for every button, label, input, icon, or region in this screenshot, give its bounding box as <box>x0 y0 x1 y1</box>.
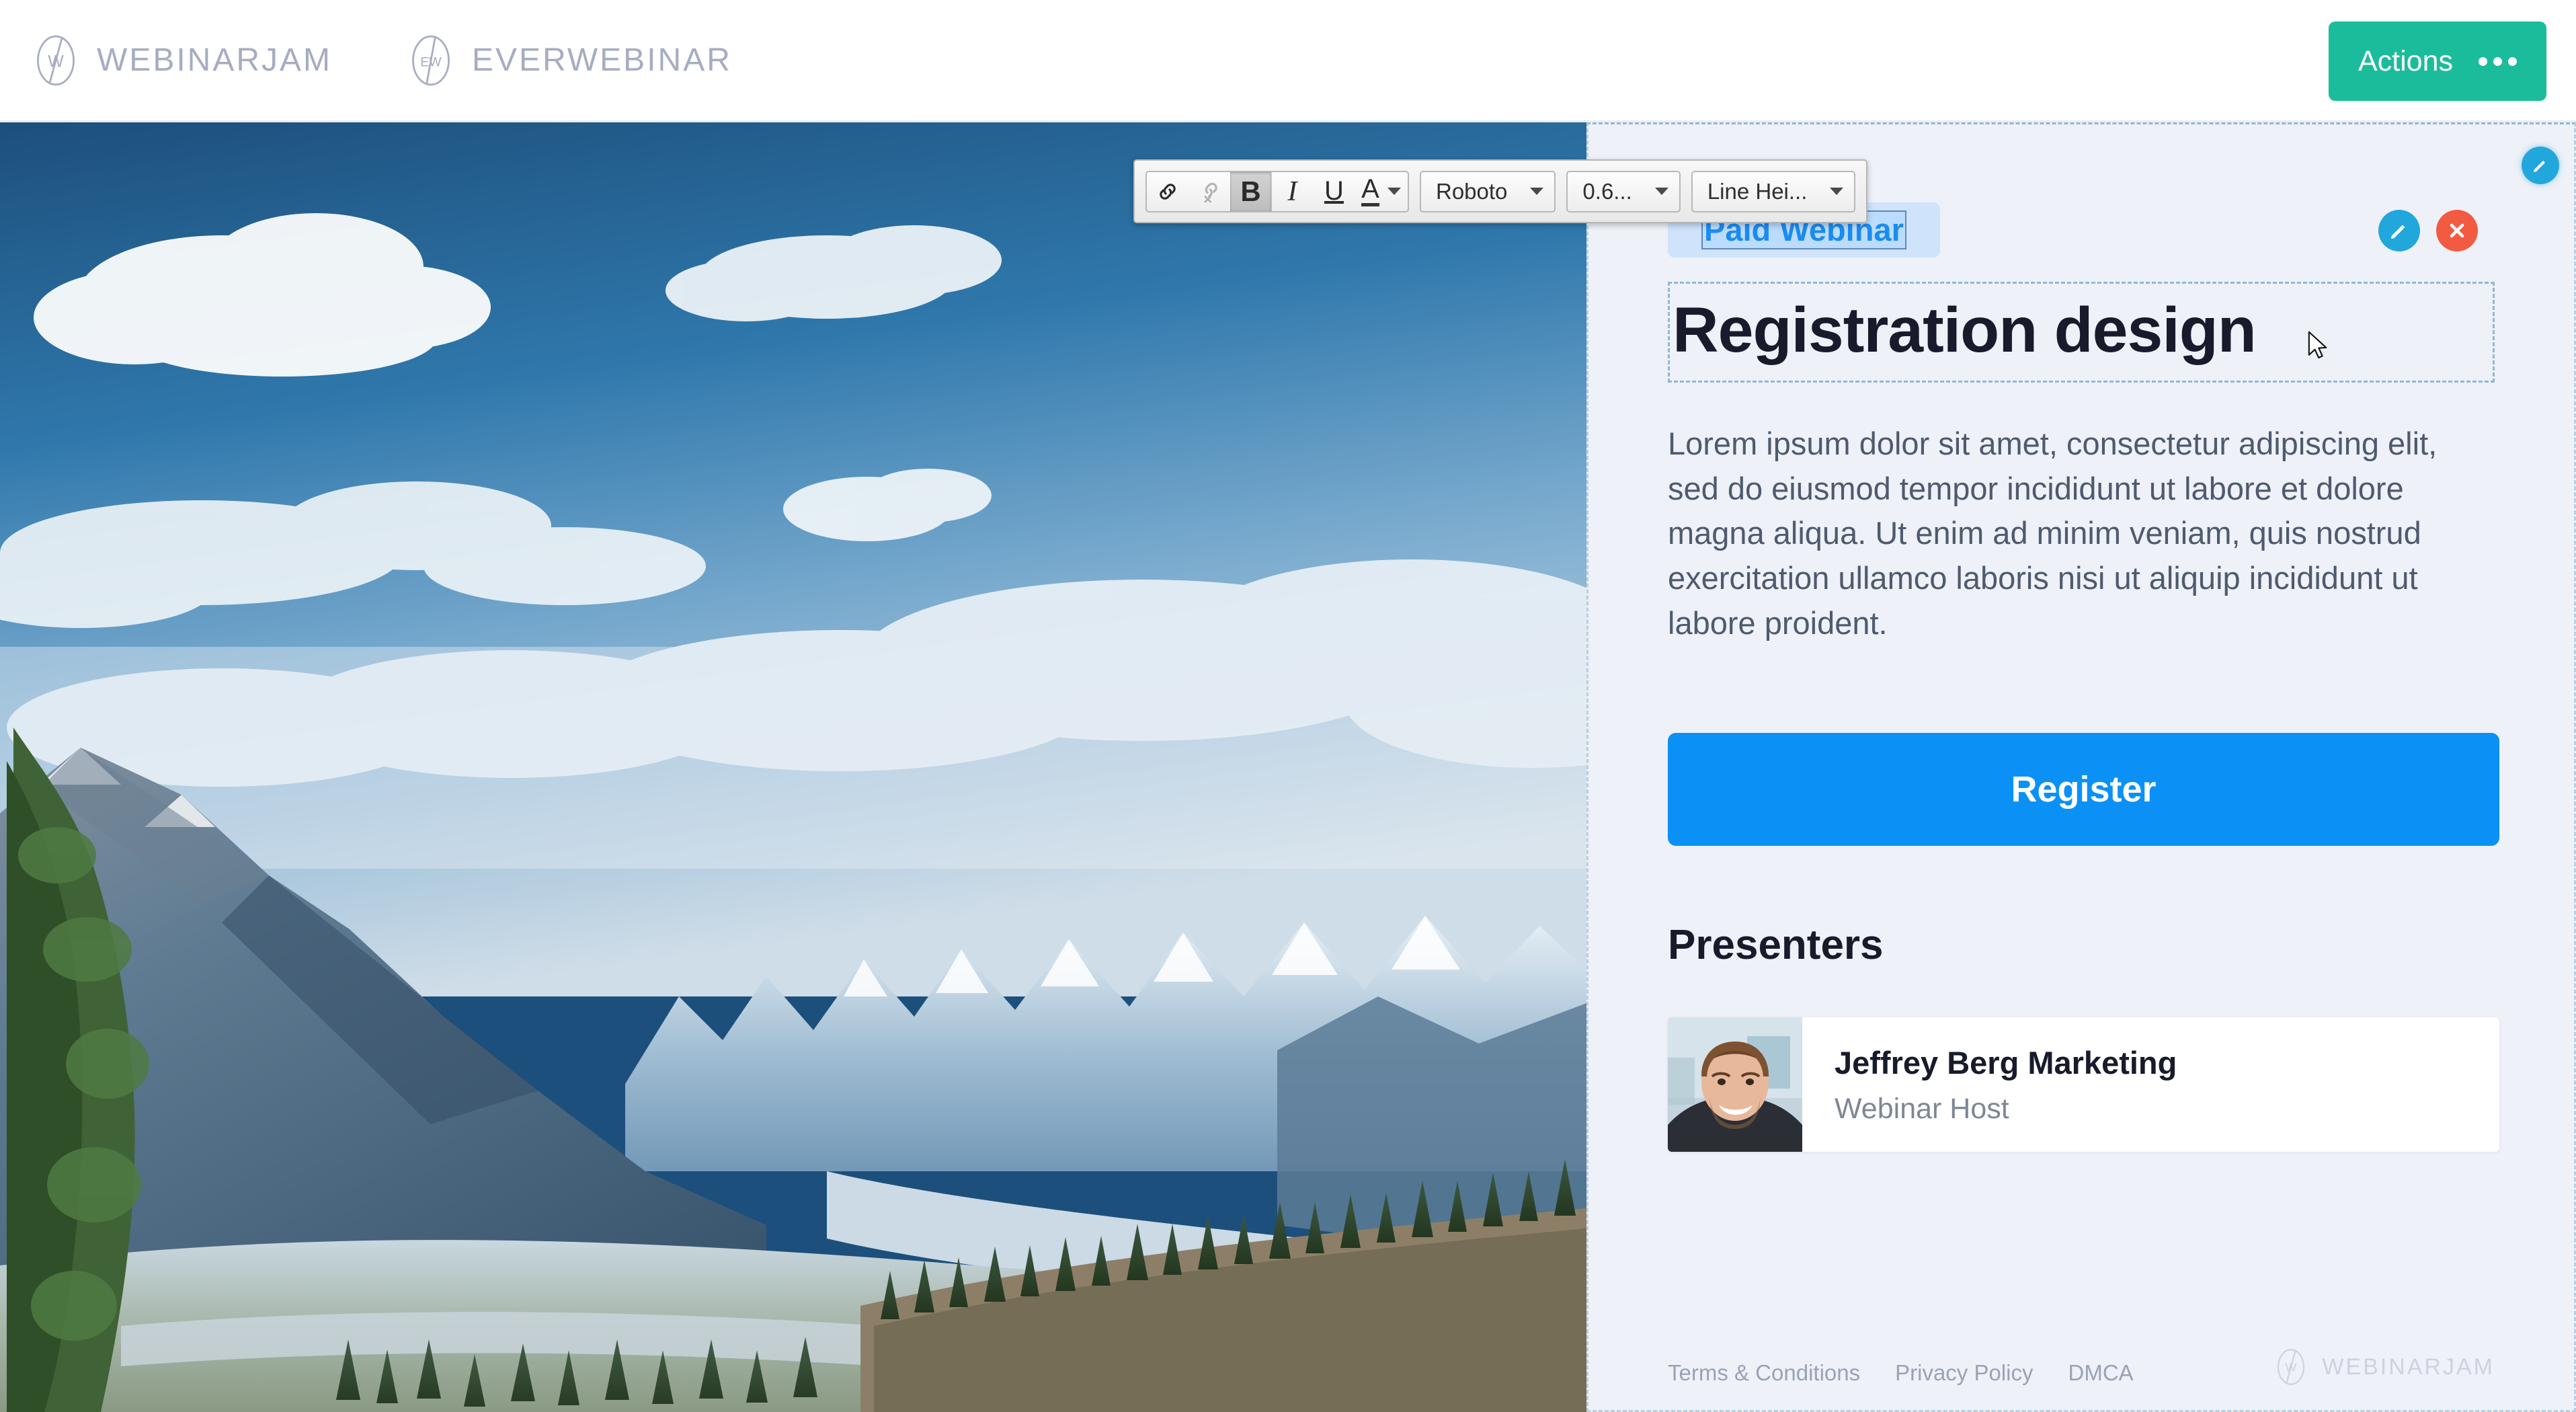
ellipsis-icon <box>2479 56 2517 66</box>
presenter-name: Jeffrey Berg Marketing <box>1835 1044 2177 1081</box>
heading-tool-buttons <box>2378 210 2478 252</box>
webinarjam-logo-icon: W <box>2278 1349 2305 1385</box>
pencil-glyph-icon <box>2390 225 2405 239</box>
app-header: W WEBINARJAM EW EVERWEBINAR Actions <box>0 0 2576 122</box>
link-glyph-icon <box>1159 183 1176 200</box>
line-height-select[interactable]: Line Hei... <box>1691 170 1856 212</box>
page-title[interactable]: Registration design <box>1673 297 2490 364</box>
edit-heading-icon[interactable] <box>2378 210 2420 252</box>
italic-button[interactable]: I <box>1272 172 1314 211</box>
bold-button[interactable]: B <box>1230 171 1272 211</box>
edit-section-fab[interactable] <box>2522 147 2559 184</box>
svg-text:W: W <box>48 52 64 71</box>
panel-footer: Terms & Conditions Privacy Policy DMCA W… <box>1588 1348 2574 1410</box>
hero-image[interactable] <box>0 122 1586 1412</box>
insert-link-icon[interactable] <box>1147 172 1189 211</box>
chevron-down-icon <box>1654 188 1668 195</box>
line-height-value: Line Hei... <box>1707 178 1808 204</box>
mountain-valley-landscape-photo <box>0 122 1586 1412</box>
chevron-down-icon <box>1830 188 1844 195</box>
presenter-headshot-image <box>1668 1017 1802 1152</box>
chevron-down-icon <box>1387 188 1401 195</box>
font-size-select[interactable]: 0.6... <box>1566 170 1681 212</box>
presenter-card[interactable]: Jeffrey Berg Marketing Webinar Host <box>1668 1017 2499 1152</box>
actions-button[interactable]: Actions <box>2328 22 2546 101</box>
chevron-down-icon <box>1530 188 1544 195</box>
description-text[interactable]: Lorem ipsum dolor sit amet, consectetur … <box>1668 422 2495 646</box>
brand-everwebinar[interactable]: EW EVERWEBINAR <box>405 34 732 87</box>
presenter-meta: Jeffrey Berg Marketing Webinar Host <box>1802 1017 2177 1152</box>
heading-edit-box[interactable]: Registration design <box>1668 210 2495 383</box>
broken-link-glyph-icon <box>1204 182 1217 202</box>
svg-text:W: W <box>2286 1361 2297 1374</box>
actions-button-label: Actions <box>2358 44 2453 77</box>
presenter-avatar <box>1668 1017 1802 1152</box>
footer-brand: W WEBINARJAM <box>2272 1348 2495 1386</box>
brand-webinarjam-label: WEBINARJAM <box>97 42 333 78</box>
brand-group: W WEBINARJAM EW EVERWEBINAR <box>30 34 805 87</box>
presenters-heading: Presenters <box>1668 922 1884 969</box>
footer-link-terms[interactable]: Terms & Conditions <box>1668 1360 1860 1386</box>
everwebinar-logo-icon: EW <box>412 35 450 85</box>
registration-page-panel[interactable]: Paid Webinar Registration design Lorem i… <box>1586 122 2576 1412</box>
font-family-select[interactable]: Roboto <box>1420 170 1556 212</box>
text-color-button[interactable]: A <box>1355 172 1408 211</box>
font-family-value: Roboto <box>1436 178 1508 204</box>
webinarjam-logo-icon: W <box>37 35 75 85</box>
footer-link-privacy[interactable]: Privacy Policy <box>1895 1360 2033 1386</box>
brand-everwebinar-label: EVERWEBINAR <box>472 42 732 78</box>
footer-link-dmca[interactable]: DMCA <box>2068 1360 2134 1386</box>
svg-text:EW: EW <box>420 54 442 69</box>
pencil-icon <box>2534 161 2545 172</box>
font-size-value: 0.6... <box>1582 178 1632 204</box>
close-x-glyph-icon <box>2450 223 2464 238</box>
register-button[interactable]: Register <box>1668 733 2499 847</box>
delete-heading-icon[interactable] <box>2436 210 2478 252</box>
presenter-role: Webinar Host <box>1835 1093 2009 1126</box>
rich-text-toolbar[interactable]: B I U A Roboto 0.6... Line Hei... <box>1133 159 1868 223</box>
toolbar-format-group: B I U A <box>1145 170 1409 212</box>
footer-links: Terms & Conditions Privacy Policy DMCA <box>1668 1360 2134 1386</box>
underline-button[interactable]: U <box>1314 172 1355 211</box>
brand-webinarjam[interactable]: W WEBINARJAM <box>30 34 332 87</box>
footer-brand-label: WEBINARJAM <box>2322 1354 2495 1380</box>
remove-link-icon[interactable] <box>1189 172 1230 211</box>
text-color-glyph: A <box>1361 175 1379 206</box>
